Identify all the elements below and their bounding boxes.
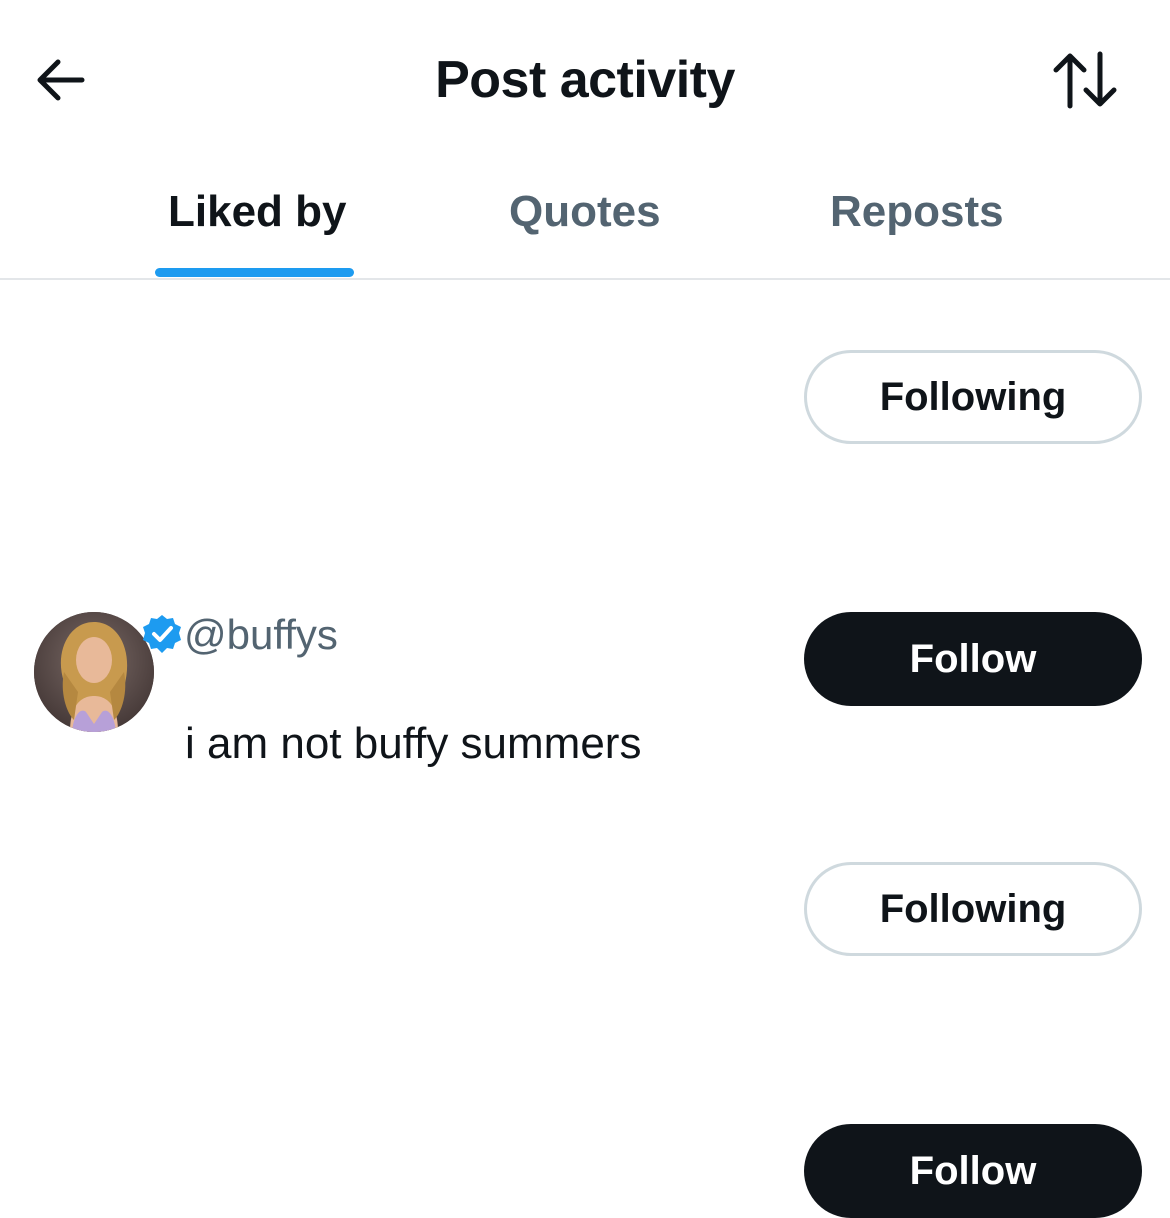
tab-quotes[interactable]: Quotes (509, 182, 661, 242)
following-button[interactable]: Following (804, 350, 1142, 444)
page-title: Post activity (435, 51, 735, 109)
active-tab-indicator (155, 268, 354, 277)
header: Post activity (0, 0, 1170, 160)
sort-button[interactable] (1048, 48, 1124, 112)
user-bio: i am not buffy summers (185, 719, 642, 768)
follow-button[interactable]: Follow (804, 612, 1142, 706)
tab-liked-by[interactable]: Liked by (168, 182, 347, 242)
user-handle[interactable]: @buffys (184, 610, 338, 660)
tab-bar: Liked by Quotes Reposts (0, 160, 1170, 280)
avatar[interactable] (34, 612, 154, 732)
sort-arrows-icon (1053, 51, 1117, 109)
verified-badge-icon (143, 615, 181, 653)
following-button[interactable]: Following (804, 862, 1142, 956)
tab-reposts[interactable]: Reposts (830, 182, 1004, 242)
follow-button[interactable]: Follow (804, 1124, 1142, 1218)
avatar-photo (34, 612, 154, 732)
